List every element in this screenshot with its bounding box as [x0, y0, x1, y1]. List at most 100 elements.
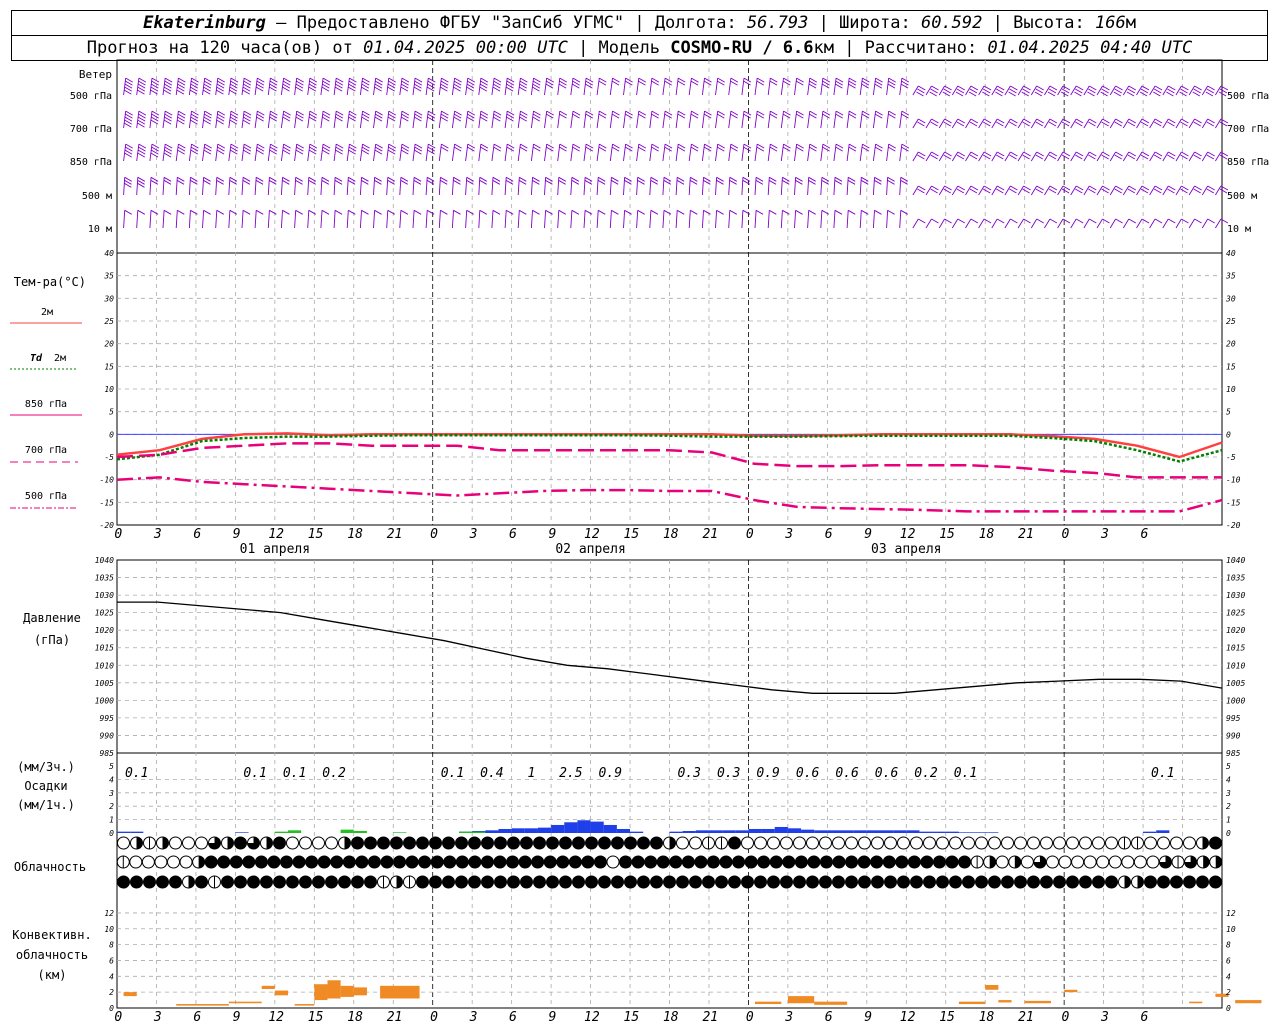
precip-bar [958, 832, 973, 833]
cloud-symbol [807, 855, 821, 869]
cloud-symbol [1045, 855, 1059, 869]
wind-barb [820, 110, 831, 129]
y-tick-left: 12 [104, 909, 114, 918]
cloud-symbol [330, 855, 344, 869]
wind-barb [649, 77, 660, 96]
y-tick-left: -15 [100, 498, 115, 507]
wind-level-left: 500 м [82, 191, 112, 202]
cloud-symbol [393, 855, 407, 869]
wind-barb [965, 185, 979, 196]
conv-bar [327, 980, 341, 999]
cloud-half [162, 837, 169, 849]
cloud-symbol [1083, 855, 1097, 869]
wind-barb [636, 209, 645, 229]
wind-barb [1201, 185, 1215, 196]
cloud-symbol [644, 855, 658, 869]
x-tick-temp: 3 [469, 527, 478, 542]
wind-barb [373, 143, 383, 162]
cloud-symbol [247, 875, 260, 889]
cloud-symbol [681, 855, 695, 869]
precip-bar [906, 830, 920, 833]
x-tick-temp: 21 [702, 527, 718, 542]
wind-barb [175, 176, 185, 196]
cloud-symbol [325, 836, 338, 850]
cloud-symbol [932, 855, 946, 869]
x-tick-bottom: 0 [1062, 1010, 1070, 1024]
wind-barb [280, 209, 290, 229]
cloud-symbol [1066, 836, 1079, 850]
cloud-symbol [1014, 836, 1027, 850]
precip-bar [537, 827, 552, 833]
cloud-symbol [650, 875, 663, 889]
cloud-symbol [117, 836, 130, 850]
cloud-symbol [897, 836, 910, 850]
wind-barb [859, 143, 870, 162]
cloud-symbol [468, 855, 482, 869]
temp-title: Тем-ра(°С) [14, 275, 86, 289]
wind-barb [267, 110, 278, 129]
wind-barb [728, 110, 739, 129]
wind-barb [767, 143, 778, 162]
wind-barb [188, 77, 199, 96]
cloud-symbol [923, 836, 936, 850]
wind-barb [780, 176, 790, 196]
day-label: 01 апреля [240, 542, 310, 557]
precip-bar [682, 830, 696, 833]
cloud-symbol [305, 855, 319, 869]
wind-barb [780, 110, 791, 129]
cloud-symbol [895, 855, 909, 869]
wind-barb [912, 118, 926, 129]
precip-label: 0.2 [914, 766, 938, 781]
wind-barb [123, 77, 133, 96]
cloud-half [188, 876, 195, 888]
wind-barb [294, 77, 304, 96]
x-tick-bottom: 3 [784, 1010, 793, 1024]
precip-label: 0.1 [441, 766, 464, 781]
cloud-symbol [995, 855, 1009, 869]
cloud-symbol [351, 875, 364, 889]
cloud-symbol [1027, 875, 1040, 889]
wind-barb [425, 110, 436, 129]
x-tick-bottom: 3 [153, 1010, 162, 1024]
wind-barb [307, 143, 318, 162]
x-tick-bottom: 21 [1018, 1010, 1034, 1024]
wind-barb [991, 185, 1005, 196]
y-tick-right: 5 [1226, 762, 1231, 771]
cloud-panel [116, 836, 1223, 889]
cloud-symbol [455, 836, 468, 850]
wind-barb [438, 77, 449, 96]
wind-barb [386, 143, 397, 162]
wind-barb [254, 209, 264, 229]
wind-barb [1188, 218, 1202, 229]
wind-barb [767, 176, 777, 196]
cloud-symbol [676, 836, 689, 850]
cloud-symbol [689, 836, 702, 850]
y-tick-right: -15 [1226, 498, 1241, 507]
cloud-symbol [572, 836, 585, 850]
cloud-symbol [572, 875, 585, 889]
wind-barb [386, 77, 397, 96]
wind-barb [912, 85, 926, 97]
cloud-symbol [273, 836, 286, 850]
wind-barb [517, 77, 528, 96]
wind-barb [899, 110, 910, 129]
cloud-symbol [920, 855, 934, 869]
cloud-symbol [430, 855, 444, 869]
wind-barb [649, 143, 660, 162]
cloud-symbol [754, 836, 767, 850]
cloud-symbol [416, 875, 429, 889]
conv-bar [123, 992, 137, 997]
wind-barb [438, 176, 448, 196]
wind-barb [149, 143, 160, 162]
precip-bar [695, 830, 709, 833]
wind-barb [688, 77, 699, 96]
wind-barb [570, 143, 581, 162]
wind-barb [1044, 151, 1058, 162]
wind-barb [609, 176, 619, 196]
conv-bar [314, 984, 328, 1001]
y-tick-left: -20 [100, 521, 115, 530]
cloud-symbol [923, 875, 936, 889]
wind-barb [478, 110, 489, 129]
y-tick-left: -5 [104, 453, 114, 462]
cloud-symbol [767, 875, 780, 889]
